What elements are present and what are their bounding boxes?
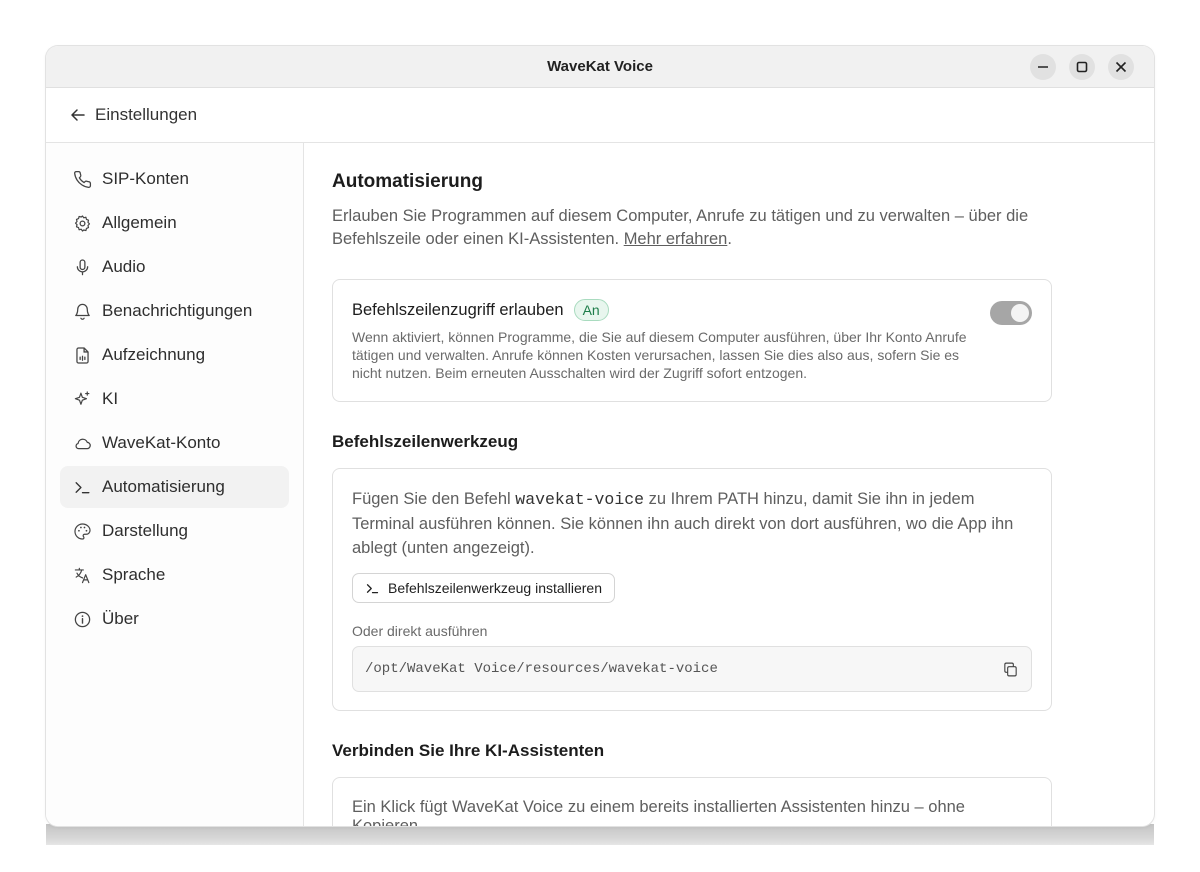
sidebar: SIP-Konten Allgemein Audio Benachrichtig…: [46, 143, 304, 826]
minimize-button[interactable]: [1030, 54, 1056, 80]
maximize-icon: [1076, 61, 1088, 73]
status-badge: An: [573, 299, 609, 321]
sidebar-item-sip-konten[interactable]: SIP-Konten: [60, 158, 289, 200]
cli-tool-card: Fügen Sie den Befehl wavekat-voice zu Ih…: [332, 468, 1052, 711]
sidebar-item-label: Allgemein: [102, 213, 177, 232]
sidebar-item-ki[interactable]: KI: [60, 378, 289, 420]
sidebar-item-label: Darstellung: [102, 521, 188, 540]
terminal-icon: [75, 481, 90, 493]
page-title: Automatisierung: [332, 171, 483, 192]
back-label: Einstellungen: [95, 105, 198, 124]
microphone-icon: [76, 258, 89, 275]
sidebar-item-automatisierung[interactable]: Automatisierung: [60, 466, 289, 508]
settings-header: Einstellungen: [46, 88, 1154, 143]
sidebar-item-darstellung[interactable]: Darstellung: [60, 510, 289, 552]
languages-icon: [74, 567, 90, 583]
cli-tool-heading: Befehlszeilenwerkzeug: [332, 432, 519, 451]
palette-icon: [74, 522, 91, 540]
info-icon: [74, 611, 91, 627]
install-cli-button[interactable]: Befehlszeilenwerkzeug installieren: [352, 573, 616, 603]
sidebar-item-label: KI: [102, 389, 119, 408]
sidebar-item-wavekat-konto[interactable]: WaveKat-Konto: [60, 422, 289, 464]
close-button[interactable]: [1108, 54, 1134, 80]
learn-more-link[interactable]: Mehr erfahren: [624, 230, 728, 248]
cli-access-toggle[interactable]: [990, 301, 1032, 325]
copy-icon[interactable]: [1002, 661, 1019, 678]
path-field[interactable]: /opt/WaveKat Voice/resources/wavekat-voi…: [352, 646, 1032, 692]
cloud-icon: [75, 438, 91, 449]
titlebar: WaveKat Voice: [46, 46, 1154, 88]
sidebar-item-label: Aufzeichnung: [102, 345, 206, 364]
sidebar-item-ueber[interactable]: Über: [60, 598, 289, 640]
minimize-icon: [1038, 66, 1048, 68]
gear-icon: [74, 214, 91, 232]
close-icon: [1115, 61, 1127, 73]
app-window: WaveKat Voice Einstellungen SIP-Konten A…: [46, 46, 1154, 826]
back-button[interactable]: Einstellungen: [70, 105, 197, 125]
window-title: WaveKat Voice: [547, 58, 653, 75]
cli-access-card: Befehlszeilenzugriff erlauben An Wenn ak…: [332, 279, 1052, 402]
bell-icon: [75, 303, 90, 320]
sidebar-item-allgemein[interactable]: Allgemein: [60, 202, 289, 244]
direct-run-label: Oder direkt ausführen: [352, 623, 488, 639]
sidebar-item-label: SIP-Konten: [102, 169, 189, 188]
sidebar-item-label: Benachrichtigungen: [102, 301, 253, 320]
cli-tool-text-before: Fügen Sie den Befehl: [352, 490, 516, 508]
sidebar-item-sprache[interactable]: Sprache: [60, 554, 289, 596]
sidebar-item-audio[interactable]: Audio: [60, 246, 289, 288]
cli-access-description: Wenn aktiviert, können Programme, die Si…: [352, 329, 967, 381]
assistants-heading: Verbinden Sie Ihre KI-Assistenten: [332, 741, 605, 760]
assistants-description: Ein Klick fügt WaveKat Voice zu einem be…: [352, 798, 965, 826]
sidebar-item-label: Audio: [102, 257, 146, 276]
path-value: /opt/WaveKat Voice/resources/wavekat-voi…: [365, 661, 718, 677]
sparkles-icon: [74, 390, 90, 405]
terminal-icon: [366, 583, 379, 593]
sidebar-item-benachrichtigungen[interactable]: Benachrichtigungen: [60, 290, 289, 332]
phone-icon: [74, 170, 92, 188]
install-cli-label: Befehlszeilenwerkzeug installieren: [388, 580, 603, 596]
main-content: Automatisierung Erlauben Sie Programmen …: [304, 143, 1154, 826]
sidebar-item-label: Sprache: [102, 565, 166, 584]
intro-end: .: [727, 230, 732, 248]
sidebar-item-label: Über: [102, 609, 139, 628]
arrow-left-icon: [71, 109, 85, 121]
window-shadow: [46, 824, 1154, 845]
cli-access-label: Befehlszeilenzugriff erlauben: [352, 300, 564, 319]
assistants-card: Ein Klick fügt WaveKat Voice zu einem be…: [332, 777, 1052, 826]
sidebar-item-label: WaveKat-Konto: [102, 433, 221, 452]
file-audio-icon: [76, 346, 89, 364]
maximize-button[interactable]: [1069, 54, 1095, 80]
page-description: Erlauben Sie Programmen auf diesem Compu…: [332, 205, 1032, 251]
cli-tool-description: Fügen Sie den Befehl wavekat-voice zu Ih…: [352, 487, 1032, 560]
sidebar-item-aufzeichnung[interactable]: Aufzeichnung: [60, 334, 289, 376]
sidebar-item-label: Automatisierung: [102, 477, 225, 496]
toggle-knob: [1011, 304, 1029, 322]
command-name: wavekat-voice: [515, 490, 645, 509]
